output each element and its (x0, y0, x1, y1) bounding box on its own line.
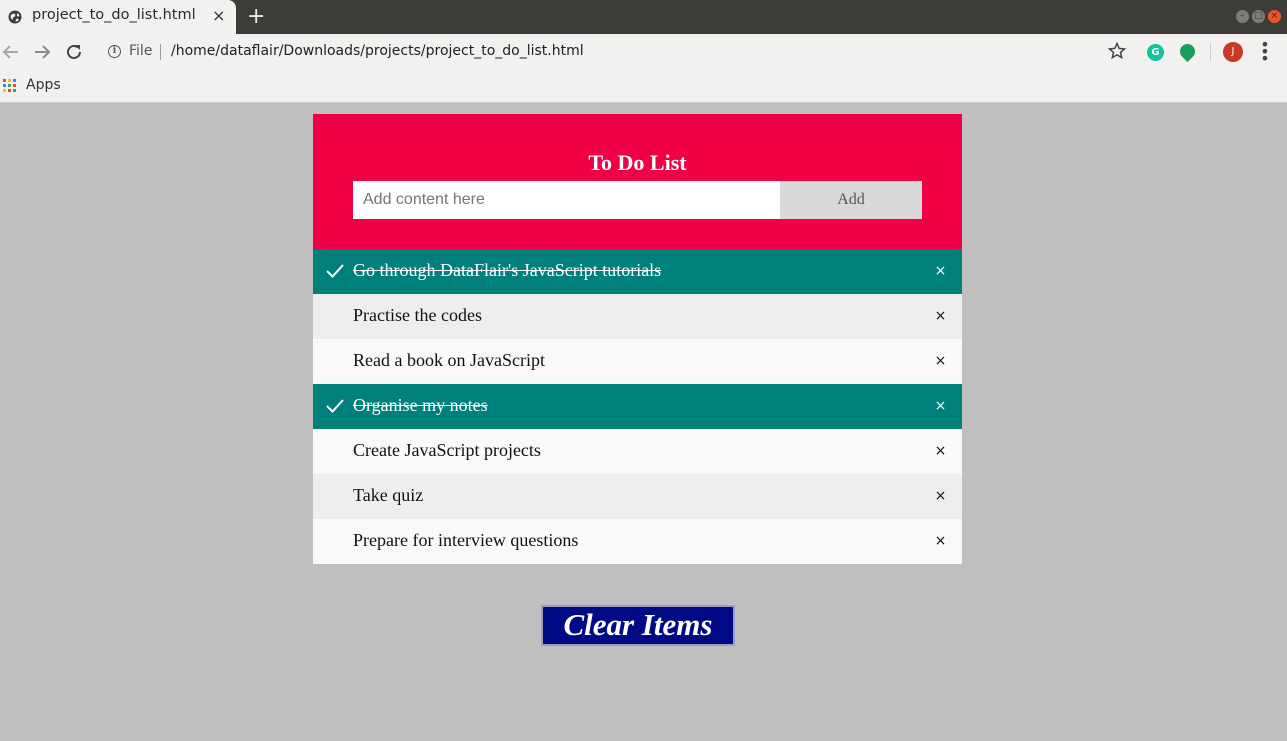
todo-list: Go through DataFlair's JavaScript tutori… (313, 249, 962, 564)
menu-dots-icon[interactable]: • • • (1258, 37, 1272, 67)
todo-input[interactable] (353, 181, 780, 219)
page-title: To Do List (588, 150, 687, 175)
todo-container: To Do List Add Go through DataFlair's Ja… (313, 114, 962, 564)
list-item[interactable]: Create JavaScript projects × (313, 429, 962, 474)
list-item-text: Go through DataFlair's JavaScript tutori… (353, 260, 662, 280)
chat-extension-icon[interactable] (1176, 40, 1199, 63)
apps-grid-icon[interactable] (3, 79, 16, 92)
window-close-icon[interactable]: × (1268, 10, 1281, 23)
list-item-text: Create JavaScript projects (353, 440, 541, 460)
close-icon[interactable]: × (919, 429, 962, 474)
tab-close-icon[interactable]: × (212, 6, 225, 26)
close-icon[interactable]: × (919, 339, 962, 384)
window-controls: – □ × (1236, 10, 1281, 23)
maximize-icon[interactable]: □ (1252, 10, 1265, 23)
grammarly-extension-icon[interactable]: G (1147, 44, 1164, 61)
clear-items-button[interactable]: Clear Items (541, 605, 735, 646)
list-item-text: Practise the codes (353, 305, 482, 325)
reload-icon[interactable] (63, 41, 85, 63)
close-icon[interactable]: × (919, 519, 962, 564)
toolbar-divider (1210, 43, 1211, 61)
new-tab-button[interactable]: + (247, 3, 265, 31)
avatar[interactable]: J (1223, 42, 1243, 62)
browser-toolbar: i File /home/dataflair/Downloads/project… (0, 34, 1287, 70)
bookmarks-bar: Apps (0, 70, 1287, 103)
list-item-text: Prepare for interview questions (353, 530, 579, 550)
close-icon[interactable]: × (919, 294, 962, 339)
info-icon[interactable]: i (108, 45, 121, 58)
list-item-text: Take quiz (353, 485, 424, 505)
omnibox-divider (160, 44, 161, 60)
list-item[interactable]: Organise my notes × (313, 384, 962, 429)
close-icon[interactable]: × (919, 249, 962, 294)
url-text[interactable]: /home/dataflair/Downloads/projects/proje… (171, 43, 584, 59)
list-item[interactable]: Read a book on JavaScript × (313, 339, 962, 384)
list-item[interactable]: Prepare for interview questions × (313, 519, 962, 564)
list-item[interactable]: Practise the codes × (313, 294, 962, 339)
star-icon[interactable] (1107, 41, 1127, 61)
close-icon[interactable]: × (919, 384, 962, 429)
list-item[interactable]: Go through DataFlair's JavaScript tutori… (313, 249, 962, 294)
address-bar[interactable]: i File /home/dataflair/Downloads/project… (98, 39, 1136, 65)
back-arrow-icon[interactable] (0, 41, 22, 63)
checkmark-icon (326, 264, 344, 278)
bookmark-apps[interactable]: Apps (26, 77, 61, 93)
close-icon[interactable]: × (919, 474, 962, 519)
tab-bar: project_to_do_list.html × + – □ × (0, 0, 1287, 34)
minimize-icon[interactable]: – (1236, 10, 1249, 23)
checkmark-icon (326, 399, 344, 413)
tab-title: project_to_do_list.html (32, 7, 196, 23)
add-button[interactable]: Add (780, 181, 922, 219)
todo-header: To Do List Add (313, 114, 962, 249)
list-item-text: Organise my notes (353, 395, 488, 415)
list-item[interactable]: Take quiz × (313, 474, 962, 519)
forward-arrow-icon[interactable] (31, 41, 53, 63)
globe-icon (8, 10, 22, 24)
scheme-label: File (129, 43, 153, 59)
browser-tab[interactable]: project_to_do_list.html × (0, 0, 236, 34)
list-item-text: Read a book on JavaScript (353, 350, 545, 370)
